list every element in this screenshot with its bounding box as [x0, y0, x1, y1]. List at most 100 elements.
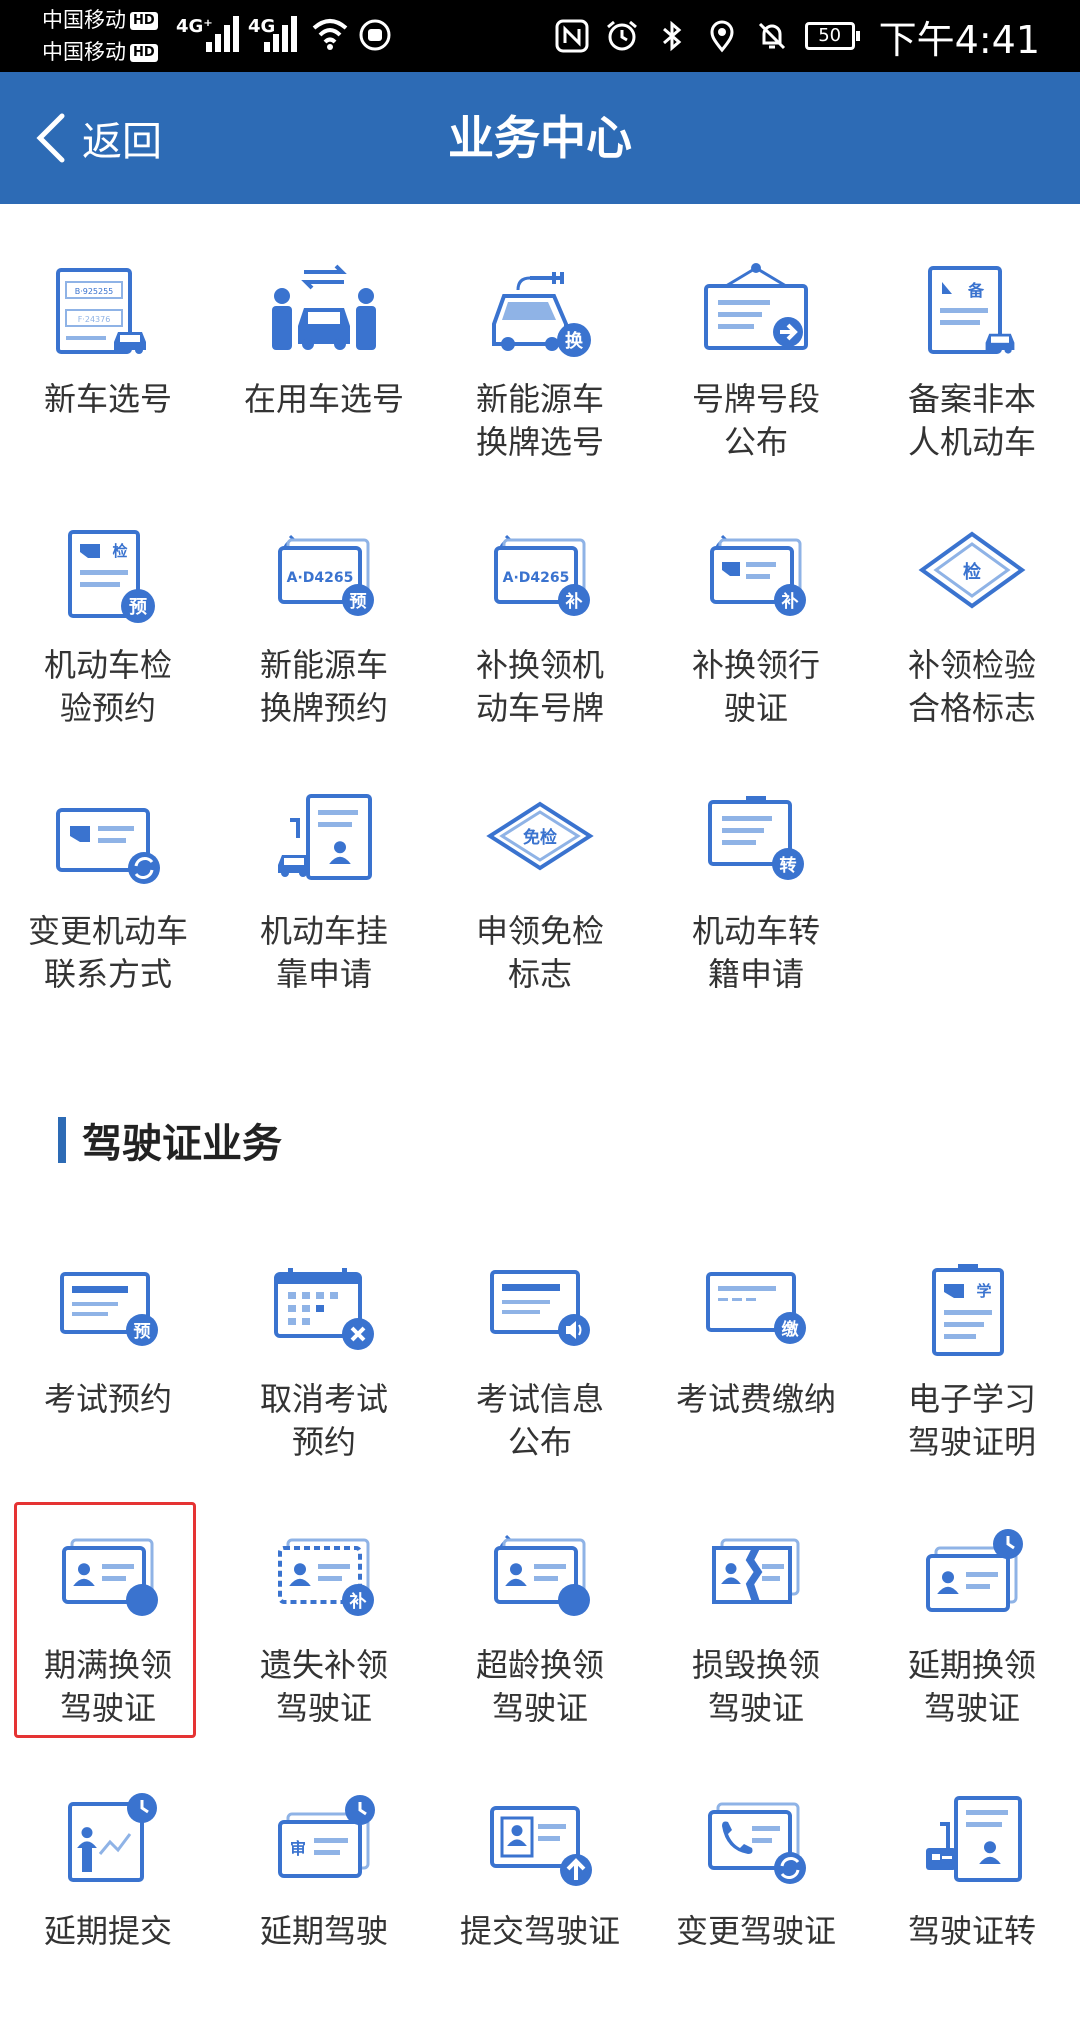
location-icon	[710, 20, 734, 53]
service-record-car[interactable]: 备 备案非本 人机动车	[864, 260, 1080, 500]
service-new-car-plate[interactable]: B·925255 F·24376 新车选号	[0, 260, 216, 500]
service-label: 机动车挂 靠申请	[259, 912, 388, 993]
service-submit-license[interactable]: 提交驾驶证	[432, 1792, 648, 2032]
service-change-contact[interactable]: 变更驾驶证	[648, 1792, 864, 2032]
selection-highlight	[14, 1502, 196, 1738]
svg-text:预: 预	[129, 597, 147, 618]
service-label: 补换领行 驶证	[691, 646, 820, 727]
service-label: 损毁换领 驾驶证	[691, 1646, 820, 1727]
transfer-icon: 转	[708, 796, 804, 880]
service-damaged-renew[interactable]: 损毁换领 驾驶证	[648, 1526, 864, 1766]
service-overage-renew[interactable]: 超龄换领 驾驶证	[432, 1526, 648, 1766]
service-deferred-submit[interactable]: 延期提交	[0, 1792, 216, 2032]
svg-text:缴: 缴	[782, 1319, 800, 1340]
hand-icon	[359, 19, 391, 51]
vehicle-service-grid: B·925255 F·24376 新车选号 在用车选号 换 新能源车 换牌选号 …	[0, 260, 1080, 1040]
svg-text:B·925255: B·925255	[75, 287, 114, 296]
section-title: 驾驶证业务	[82, 1121, 282, 1167]
svg-text:学: 学	[976, 1282, 991, 1300]
service-label: 考试预约	[43, 1380, 172, 1418]
alarm-icon	[606, 20, 637, 51]
svg-text:检: 检	[112, 542, 127, 560]
service-label: 延期换领 驾驶证	[907, 1646, 1036, 1727]
deferred-submit-icon	[68, 1793, 157, 1882]
chevron-left-icon	[36, 113, 65, 163]
service-lost-replace[interactable]: 补 遗失补领 驾驶证	[216, 1526, 432, 1766]
service-exam-info[interactable]: 考试信息 公布	[432, 1260, 648, 1500]
exempt-sticker-icon: 免检	[486, 801, 594, 871]
svg-text:补: 补	[781, 591, 799, 612]
service-label: 取消考试 预约	[259, 1380, 388, 1461]
service-label: 延期驾驶	[259, 1912, 388, 1950]
service-ev-plate[interactable]: 换 新能源车 换牌选号	[432, 260, 648, 500]
svg-text:预: 预	[134, 1322, 151, 1342]
service-plate-notice[interactable]: 号牌号段 公布	[648, 260, 864, 500]
service-inspection-reserve[interactable]: 检 预 机动车检 验预约	[0, 526, 216, 766]
service-exam-reserve[interactable]: 预 考试预约	[0, 1260, 216, 1500]
service-label: 提交驾驶证	[459, 1912, 620, 1950]
page-title: 业务中心	[448, 111, 632, 165]
service-license-transfer[interactable]: 驾驶证转	[864, 1792, 1080, 2032]
service-ev-reserve[interactable]: A·D4265 预 新能源车 换牌预约	[216, 526, 432, 766]
service-affiliation[interactable]: 机动车挂 靠申请	[216, 792, 432, 1032]
service-inspection-sticker[interactable]: 检 补领检验 合格标志	[864, 526, 1080, 766]
submit-license-icon	[490, 1806, 592, 1886]
svg-text:备: 备	[967, 281, 985, 300]
service-label: 电子学习 驾驶证明	[907, 1380, 1036, 1461]
change-contact-icon	[708, 1802, 806, 1884]
service-label: 补领检验 合格标志	[907, 646, 1036, 727]
new-car-plate-icon: B·925255 F·24376	[56, 268, 146, 354]
svg-text:A·D4265: A·D4265	[503, 570, 570, 586]
svg-text:补: 补	[349, 1591, 367, 1612]
inspection-sticker-icon: 检	[918, 531, 1026, 609]
section-accent-bar	[58, 1117, 66, 1163]
service-exempt-sticker[interactable]: 免检 申领免检 标志	[432, 792, 648, 1032]
signal-1-icon	[206, 14, 242, 52]
back-button[interactable]: 返回	[34, 108, 162, 168]
status-bar: 中国移动 HD 中国移动 HD 4G⁺ 4G 50 下午4:41	[0, 0, 1080, 72]
service-label: 超龄换领 驾驶证	[475, 1646, 604, 1727]
cancel-exam-icon	[274, 1268, 374, 1350]
back-label: 返回	[82, 119, 162, 165]
service-deferred-review[interactable]: 审 延期驾驶	[216, 1792, 432, 2032]
service-cancel-exam[interactable]: 取消考试 预约	[216, 1260, 432, 1500]
notice-board-icon	[704, 263, 808, 350]
service-exam-fee[interactable]: 缴 考试费缴纳	[648, 1260, 864, 1500]
service-license-replace[interactable]: 补 补换领行 驶证	[648, 526, 864, 766]
service-contact-change[interactable]: 变更机动车 联系方式	[0, 792, 216, 1032]
service-transfer[interactable]: 转 机动车转 籍申请	[648, 792, 864, 1032]
exam-reserve-icon: 预	[60, 1272, 158, 1346]
service-label: 延期提交	[43, 1912, 172, 1950]
car-swap-icon	[272, 264, 376, 350]
svg-text:A·D4265: A·D4265	[287, 570, 354, 586]
service-deferred-renew[interactable]: 延期换领 驾驶证	[864, 1526, 1080, 1766]
carrier-2: 中国移动 HD	[42, 40, 158, 64]
plate-replace-icon: A·D4265 补	[494, 534, 590, 616]
service-learner-permit[interactable]: 学 电子学习 驾驶证明	[864, 1260, 1080, 1500]
service-label: 变更机动车 联系方式	[27, 912, 188, 993]
svg-text:补: 补	[565, 591, 583, 612]
svg-text:预: 预	[350, 592, 367, 612]
deferred-review-icon: 审	[278, 1795, 375, 1878]
service-label: 号牌号段 公布	[691, 380, 820, 461]
svg-text:换: 换	[565, 330, 584, 352]
service-label: 新能源车 换牌选号	[475, 380, 604, 461]
service-label: 驾驶证转	[907, 1912, 1036, 1950]
exam-info-icon	[490, 1270, 590, 1346]
nav-header: 返回 业务中心	[0, 72, 1080, 204]
plate-reserve-icon: A·D4265 预	[278, 534, 374, 616]
affiliation-icon	[278, 794, 372, 880]
svg-text:检: 检	[963, 561, 981, 583]
service-label: 考试信息 公布	[475, 1380, 604, 1461]
bluetooth-icon	[662, 20, 681, 52]
service-label: 遗失补领 驾驶证	[259, 1646, 388, 1727]
service-label: 在用车选号	[243, 380, 404, 418]
service-plate-replace[interactable]: A·D4265 补 补换领机 动车号牌	[432, 526, 648, 766]
service-label: 变更驾驶证	[675, 1912, 836, 1950]
service-car-swap[interactable]: 在用车选号	[216, 260, 432, 500]
ev-car-icon: 换	[492, 272, 591, 357]
clock: 下午4:41	[878, 17, 1040, 62]
contact-change-icon	[56, 808, 160, 884]
carrier-1: 中国移动 HD	[42, 8, 158, 32]
record-car-icon: 备	[928, 266, 1015, 354]
